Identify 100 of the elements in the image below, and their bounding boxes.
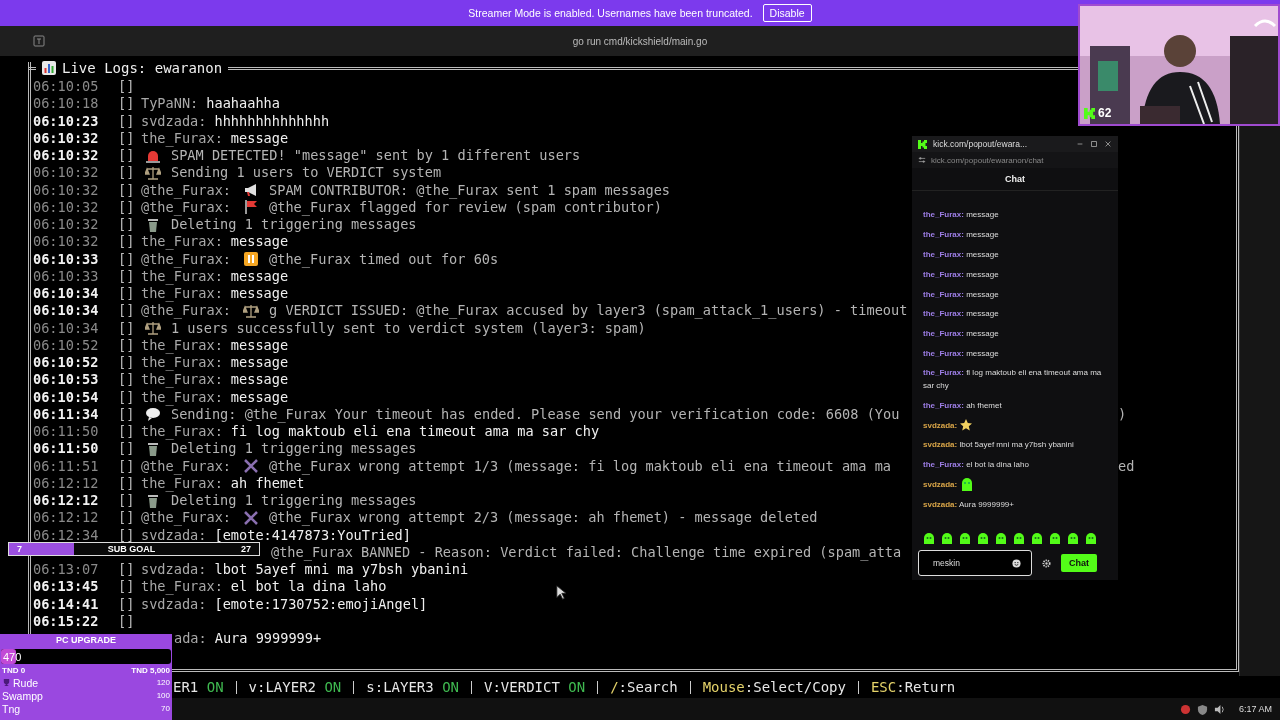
log-message: Deleting 1 triggering messages xyxy=(171,216,417,234)
log-message: @the_Furax timed out for 60s xyxy=(269,250,499,268)
banner-message: Streamer Mode is enabled. Usernames have been truncated. xyxy=(468,7,753,19)
close-icon[interactable] xyxy=(1104,140,1112,148)
log-message: ) xyxy=(1118,405,1127,423)
log-timestamp: 06:10:32 xyxy=(33,233,100,251)
log-tag: [] xyxy=(118,164,141,182)
log-tag: [] xyxy=(118,457,141,475)
log-username: the_Furax: xyxy=(141,388,223,406)
viewer-count: 62 xyxy=(1098,106,1112,120)
kick-logo-icon xyxy=(1084,107,1095,119)
log-message: message xyxy=(230,336,289,354)
log-tag: [] xyxy=(118,405,141,423)
log-timestamp: 06:10:32 xyxy=(33,147,100,165)
log-timestamp: 06:11:51 xyxy=(33,457,100,475)
log-timestamp: 06:10:32 xyxy=(33,129,100,147)
log-tag: [] xyxy=(118,95,141,113)
sliders-icon[interactable] xyxy=(918,156,926,164)
log-tag: [] xyxy=(118,440,141,458)
log-message: message xyxy=(230,233,289,251)
log-timestamp: 06:12:12 xyxy=(33,509,100,527)
pin-icon[interactable] xyxy=(33,35,45,47)
emote-icon[interactable] xyxy=(1067,532,1079,544)
chat-message: the_Furax: message xyxy=(923,249,999,261)
shield-icon[interactable] xyxy=(1196,703,1208,715)
cross-icon xyxy=(243,510,260,525)
log-timestamp: 06:12:34 xyxy=(33,526,100,544)
chat-send-button[interactable]: Chat xyxy=(1061,554,1097,572)
chat-header: Chat xyxy=(912,168,1118,191)
emote-icon[interactable] xyxy=(1085,532,1097,544)
kick-logo-icon xyxy=(918,139,927,149)
log-message: Sending: @the_Furax Your timeout has ended. Please send your verification code: 6608 (You xyxy=(171,405,900,423)
cross-icon xyxy=(243,459,260,474)
emote-icon[interactable] xyxy=(959,532,971,544)
log-message: 1 users successfully sent to verdict system (layer3: spam) xyxy=(171,319,646,337)
bar-chart-icon xyxy=(42,61,56,75)
log-message: message xyxy=(230,285,289,303)
log-username: ada: xyxy=(174,630,207,648)
log-tag: [] xyxy=(118,112,141,130)
trophy-icon xyxy=(2,678,11,687)
disable-button[interactable]: Disable xyxy=(762,4,812,22)
speaker-icon[interactable] xyxy=(1213,703,1225,715)
goal-max: TND 5,000 xyxy=(131,666,170,676)
chat-input-field[interactable]: meskin xyxy=(918,550,1032,576)
log-message: [emote:1730752:emojiAngel] xyxy=(214,595,428,613)
emote-icon[interactable] xyxy=(977,532,989,544)
log-username: the_Furax: xyxy=(141,129,223,147)
chat-message: the_Furax: el bot la dina laho xyxy=(923,459,1029,472)
maximize-icon[interactable] xyxy=(1090,140,1098,148)
log-message: [emote:4147873:YouTried] xyxy=(214,526,411,544)
log-tag: [] xyxy=(118,561,141,579)
log-timestamp: 06:12:12 xyxy=(33,492,100,510)
goal-title: PC UPGRADE xyxy=(55,634,117,647)
log-tag: [] xyxy=(118,423,141,441)
log-tag: [] xyxy=(118,336,141,354)
log-tag: [] xyxy=(118,250,141,268)
log-tag: [] xyxy=(118,198,141,216)
log-username: svdzada: xyxy=(141,561,207,579)
log-tag: [] xyxy=(118,302,141,320)
leader-score: 100 xyxy=(156,691,170,700)
settings-icon[interactable] xyxy=(1042,558,1051,568)
log-message: Deleting 1 triggering messages xyxy=(171,492,417,510)
log-timestamp: 06:11:34 xyxy=(33,405,100,423)
log-message: SPAM CONTRIBUTOR: @the_Furax sent 1 spam messages xyxy=(269,181,671,199)
log-message: lbot 5ayef mni ma y7bsh ybanini xyxy=(214,561,469,579)
leader-name: Swampp xyxy=(2,689,44,702)
log-tag: [] xyxy=(118,267,141,285)
log-username: @the_Furax: xyxy=(141,198,232,216)
emote-icon[interactable] xyxy=(1049,532,1061,544)
emote-icon[interactable] xyxy=(995,532,1007,544)
star-emote-icon xyxy=(960,419,973,432)
log-tag: [] xyxy=(118,388,141,406)
status-shortcut: ESC:Return xyxy=(870,679,956,695)
log-timestamp: 06:10:05 xyxy=(33,78,100,96)
log-tag: [] xyxy=(118,492,141,510)
sub-goal-label: SUB GOAL xyxy=(107,544,156,554)
chat-message: the_Furax: message xyxy=(923,308,999,321)
leader-score: 70 xyxy=(161,704,170,713)
network-icon[interactable] xyxy=(1179,703,1191,715)
status-shortcut: Mouse:Select/Copy xyxy=(702,679,846,695)
emote-icon[interactable] xyxy=(1013,532,1025,544)
log-username: @the_Furax: xyxy=(141,457,232,475)
log-username: svdzada: xyxy=(141,526,207,544)
log-username: svdzada: xyxy=(141,595,207,613)
log-username: the_Furax: xyxy=(141,578,223,596)
chat-message: the_Furax: ah fhemet xyxy=(923,399,1002,412)
emote-icon[interactable] xyxy=(923,532,935,544)
goal-min: TND 0 xyxy=(2,666,26,676)
emote-icon[interactable] xyxy=(941,532,953,544)
log-timestamp: 06:10:52 xyxy=(33,354,100,372)
emoji-icon[interactable] xyxy=(1012,558,1021,568)
log-tag: [] xyxy=(118,147,141,165)
log-message: el bot la dina laho xyxy=(230,578,387,596)
log-timestamp: 06:11:50 xyxy=(33,440,100,458)
scales-icon xyxy=(145,321,161,336)
emote-icon[interactable] xyxy=(1031,532,1043,544)
log-message: Sending 1 users to VERDICT system xyxy=(171,164,442,182)
log-tag: [] xyxy=(118,354,141,372)
chat-message: svdzada: Aura 9999999+ xyxy=(923,498,1014,511)
log-tag: [] xyxy=(118,285,141,303)
